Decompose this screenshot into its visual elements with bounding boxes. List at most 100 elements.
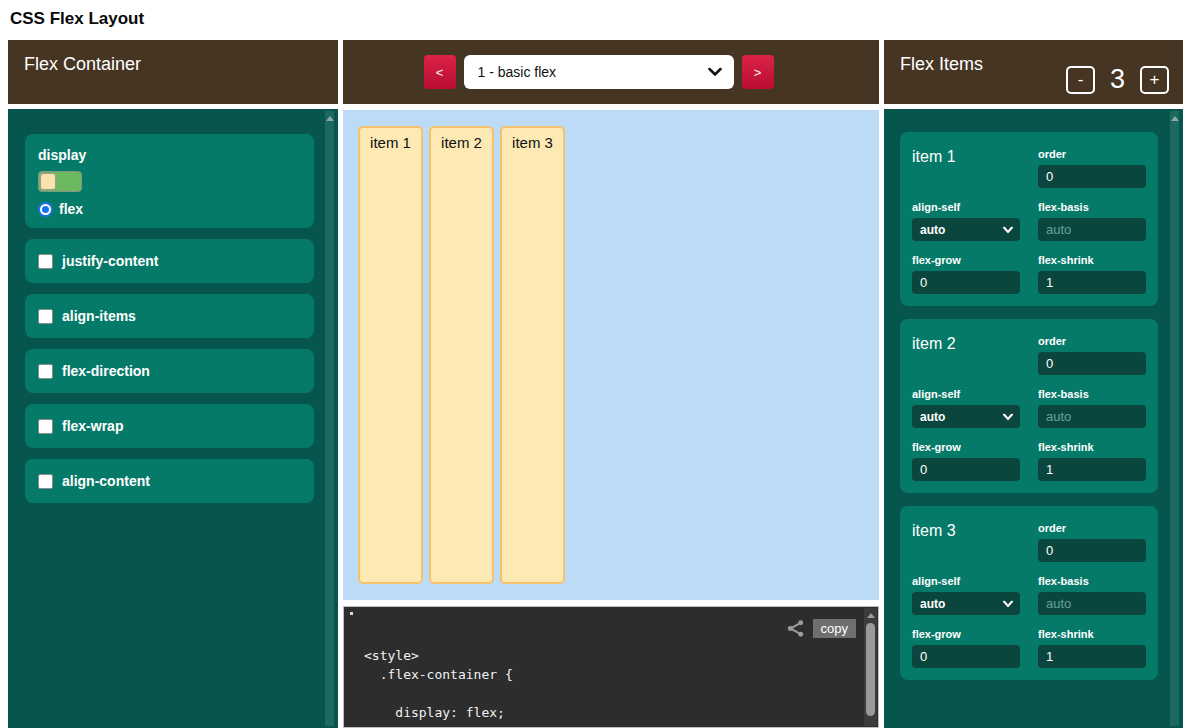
flex-direction-label: flex-direction: [62, 363, 150, 379]
flex-shrink-label: flex-shrink: [1038, 628, 1146, 640]
cursor-dot: [350, 612, 353, 615]
item-card-title: item 1: [912, 148, 1022, 166]
order-input[interactable]: [1038, 352, 1146, 375]
flex-shrink-label: flex-shrink: [1038, 441, 1146, 453]
flex-grow-label: flex-grow: [912, 628, 1022, 640]
prop-card-align-items: align-items: [25, 294, 314, 338]
page-title: CSS Flex Layout: [0, 0, 1199, 40]
code-line: display: flex;: [364, 703, 513, 722]
flex-grow-input[interactable]: [912, 271, 1020, 294]
align-self-label: align-self: [912, 575, 1022, 587]
flex-basis-input[interactable]: [1038, 405, 1146, 428]
align-content-label: align-content: [62, 473, 150, 489]
flex-basis-label: flex-basis: [1038, 575, 1146, 587]
flex-basis-input[interactable]: [1038, 218, 1146, 241]
flex-items-body: item 1 order align-self auto flex-basis: [884, 109, 1183, 728]
prop-card-align-content: align-content: [25, 459, 314, 503]
share-icon[interactable]: [786, 619, 805, 638]
flex-container-header: Flex Container: [8, 40, 338, 104]
main-layout: Flex Container display flex justify-cont…: [0, 40, 1199, 728]
item-card-2: item 2 order align-self auto flex-basis: [900, 319, 1158, 493]
code-line: [364, 684, 513, 703]
copy-button[interactable]: copy: [813, 619, 856, 638]
item-card-title: item 2: [912, 335, 1022, 353]
align-self-value: auto: [920, 597, 945, 611]
flex-wrap-checkbox[interactable]: [38, 419, 53, 434]
chevron-down-icon: [1003, 226, 1013, 233]
example-select[interactable]: 1 - basic flex: [464, 55, 734, 89]
flex-basis-input[interactable]: [1038, 592, 1146, 615]
align-self-label: align-self: [912, 388, 1022, 400]
code-line: <style>: [364, 646, 513, 665]
flex-items-header: Flex Items - 3 +: [884, 40, 1183, 104]
flex-demo-container: item 1 item 2 item 3: [343, 110, 879, 600]
code-scrollbar[interactable]: [864, 608, 877, 726]
flex-direction-checkbox[interactable]: [38, 364, 53, 379]
scroll-up-icon: [867, 613, 875, 618]
code-block: <style> .flex-container { display: flex;: [364, 646, 513, 722]
align-self-select[interactable]: auto: [912, 405, 1020, 428]
flex-shrink-input[interactable]: [1038, 271, 1146, 294]
order-label: order: [1038, 335, 1146, 347]
chevron-down-icon: [708, 68, 722, 77]
flex-grow-input[interactable]: [912, 458, 1020, 481]
add-item-button[interactable]: +: [1140, 66, 1169, 94]
remove-item-button[interactable]: -: [1066, 66, 1095, 94]
display-toggle-knob: [40, 173, 56, 190]
flex-grow-input[interactable]: [912, 645, 1020, 668]
flex-basis-label: flex-basis: [1038, 388, 1146, 400]
align-self-value: auto: [920, 223, 945, 237]
flex-grow-label: flex-grow: [912, 441, 1022, 453]
flex-items-scrollbar[interactable]: [1170, 111, 1179, 726]
scroll-up-icon: [326, 116, 334, 121]
flex-items-column: Flex Items - 3 + item 1 order align-self: [884, 40, 1183, 728]
flex-container-body: display flex justify-content align-items: [8, 109, 338, 728]
demo-item-3[interactable]: item 3: [500, 126, 565, 584]
order-label: order: [1038, 148, 1146, 160]
code-scrollbar-thumb[interactable]: [866, 623, 875, 716]
item-card-3: item 3 order align-self auto flex-basis: [900, 506, 1158, 680]
flex-wrap-label: flex-wrap: [62, 418, 123, 434]
flex-shrink-input[interactable]: [1038, 645, 1146, 668]
item-count: 3: [1110, 64, 1125, 95]
align-self-label: align-self: [912, 201, 1022, 213]
prev-example-button[interactable]: <: [424, 55, 456, 89]
example-select-value: 1 - basic flex: [478, 64, 557, 80]
align-self-select[interactable]: auto: [912, 218, 1020, 241]
demo-item-2[interactable]: item 2: [429, 126, 494, 584]
code-panel: copy <style> .flex-container { display: …: [343, 606, 879, 728]
flex-radio[interactable]: [38, 202, 53, 217]
order-input[interactable]: [1038, 165, 1146, 188]
example-nav-header: < 1 - basic flex >: [343, 40, 879, 104]
next-example-button[interactable]: >: [742, 55, 774, 89]
display-label: display: [38, 147, 314, 163]
item-card-title: item 3: [912, 522, 1022, 540]
display-card: display flex: [25, 134, 314, 228]
code-line: .flex-container {: [364, 665, 513, 684]
justify-content-label: justify-content: [62, 253, 158, 269]
flex-container-title: Flex Container: [24, 54, 141, 75]
display-toggle[interactable]: [38, 171, 82, 192]
order-input[interactable]: [1038, 539, 1146, 562]
flex-container-scrollbar[interactable]: [325, 111, 334, 726]
flex-grow-label: flex-grow: [912, 254, 1022, 266]
align-items-label: align-items: [62, 308, 136, 324]
flex-container-column: Flex Container display flex justify-cont…: [8, 40, 338, 728]
prop-card-flex-direction: flex-direction: [25, 349, 314, 393]
prop-card-justify-content: justify-content: [25, 239, 314, 283]
flex-shrink-input[interactable]: [1038, 458, 1146, 481]
order-label: order: [1038, 522, 1146, 534]
chevron-down-icon: [1003, 600, 1013, 607]
item-card-1: item 1 order align-self auto flex-basis: [900, 132, 1158, 306]
flex-items-title: Flex Items: [900, 54, 983, 75]
preview-column: < 1 - basic flex > item 1 item 2 item 3 …: [343, 40, 879, 728]
flex-basis-label: flex-basis: [1038, 201, 1146, 213]
demo-item-1[interactable]: item 1: [358, 126, 423, 584]
prop-card-flex-wrap: flex-wrap: [25, 404, 314, 448]
align-items-checkbox[interactable]: [38, 309, 53, 324]
align-content-checkbox[interactable]: [38, 474, 53, 489]
justify-content-checkbox[interactable]: [38, 254, 53, 269]
flex-radio-label: flex: [59, 201, 83, 217]
scroll-up-icon: [1171, 116, 1179, 121]
align-self-select[interactable]: auto: [912, 592, 1020, 615]
